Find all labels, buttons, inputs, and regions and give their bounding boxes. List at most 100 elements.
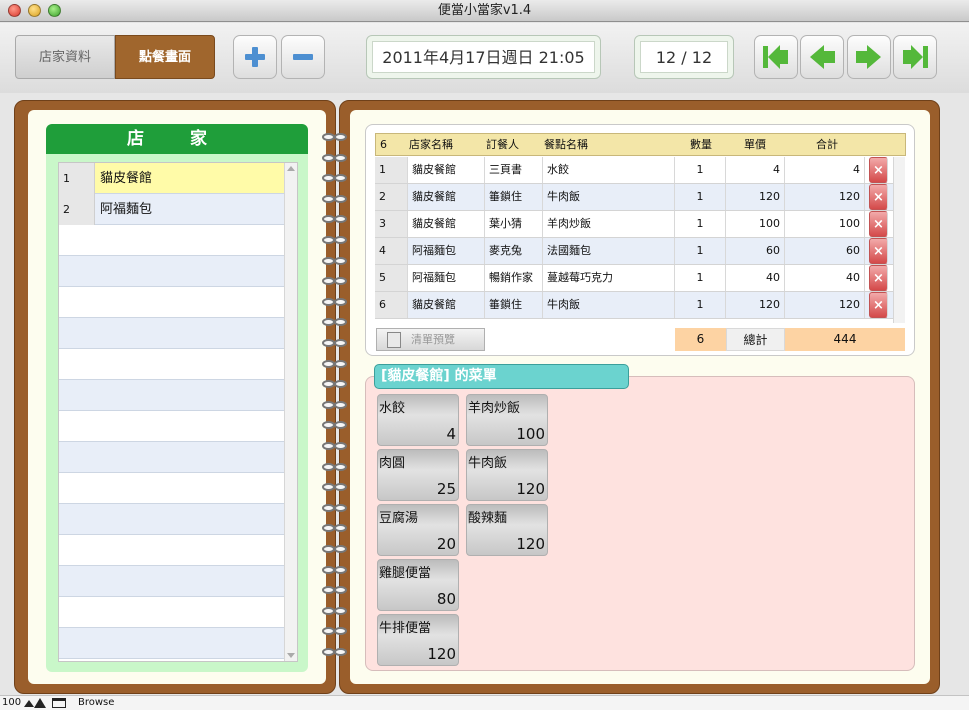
shop-row-name[interactable]: 貓皮餐館 [96,163,285,194]
order-row-quantity[interactable]: 1 [675,157,726,183]
order-row-number: 5 [375,265,408,291]
spiral-ring [320,565,350,575]
order-row[interactable]: 4 阿福麵包 麥克兔 法國麵包 1 60 60 × [375,238,893,265]
order-row-orderer[interactable]: 葉小猜 [485,211,543,237]
last-record-button[interactable] [893,35,937,79]
tab-order-screen[interactable]: 點餐畫面 [115,35,215,79]
order-row[interactable]: 1 貓皮餐館 三頁書 水餃 1 4 4 × [375,157,893,184]
order-row-orderer[interactable]: 箠鎖住 [485,184,543,210]
shop-row-name[interactable]: 阿福麵包 [96,194,285,225]
spiral-ring [320,462,350,472]
minimize-window-button[interactable] [28,4,41,17]
order-row[interactable]: 5 阿福麵包 暢銷作家 蔓越莓巧克力 1 40 40 × [375,265,893,292]
order-row-shop[interactable]: 阿福麵包 [408,238,485,264]
delete-record-button[interactable] [281,35,325,79]
spiral-ring [320,256,350,266]
order-row[interactable]: 3 貓皮餐館 葉小猜 羊肉炒飯 1 100 100 × [375,211,893,238]
order-row-subtotal[interactable]: 120 [785,184,865,210]
shop-row[interactable]: 1 貓皮餐館 [59,163,285,194]
scroll-up-arrow-icon[interactable] [287,166,295,171]
order-row[interactable]: 6 貓皮餐館 箠鎖住 牛肉飯 1 120 120 × [375,292,893,319]
close-window-button[interactable] [8,4,21,17]
order-row-unit-price[interactable]: 60 [726,238,785,264]
order-row-subtotal[interactable]: 60 [785,238,865,264]
order-row-quantity[interactable]: 1 [675,238,726,264]
delete-order-button[interactable]: × [869,211,888,237]
spiral-ring [320,297,350,307]
order-row-orderer[interactable]: 暢銷作家 [485,265,543,291]
mode-indicator[interactable]: Browse [78,696,114,710]
order-row-quantity[interactable]: 1 [675,184,726,210]
next-record-button[interactable] [847,35,891,79]
delete-order-button[interactable]: × [869,292,888,318]
delete-order-button[interactable]: × [869,184,888,210]
menu-item-button[interactable]: 羊肉炒飯 100 [466,394,548,446]
previous-record-button[interactable] [800,35,844,79]
menu-item-button[interactable]: 牛肉飯 120 [466,449,548,501]
shop-list: 1 貓皮餐館 2 阿福麵包 [58,162,298,662]
menu-item-button[interactable]: 雞腿便當 80 [377,559,459,611]
empty-shop-row [59,318,285,349]
status-toggle-icon[interactable] [52,698,66,708]
order-row-dish[interactable]: 牛肉飯 [543,184,675,210]
delete-order-button[interactable]: × [869,238,888,264]
menu-item-price: 100 [516,425,545,443]
close-x-icon: × [873,298,884,313]
order-row-unit-price[interactable]: 100 [726,211,785,237]
order-row[interactable]: 2 貓皮餐館 箠鎖住 牛肉飯 1 120 120 × [375,184,893,211]
delete-order-button[interactable]: × [869,265,888,291]
zoom-level[interactable]: 100 [2,696,21,710]
subtotal-column-header: 合計 [816,138,838,151]
order-row-subtotal[interactable]: 4 [785,157,865,183]
total-amount-cell: 444 [785,328,905,351]
order-row-unit-price[interactable]: 4 [726,157,785,183]
order-row-quantity[interactable]: 1 [675,265,726,291]
order-row-dish[interactable]: 牛肉飯 [543,292,675,318]
order-row-dish[interactable]: 水餃 [543,157,675,183]
close-x-icon: × [873,271,884,286]
menu-item-button[interactable]: 牛排便當 120 [377,614,459,666]
order-row-subtotal[interactable]: 100 [785,211,865,237]
order-row-orderer[interactable]: 箠鎖住 [485,292,543,318]
zoom-large-icon[interactable] [34,698,46,708]
order-row-orderer[interactable]: 麥克兔 [485,238,543,264]
order-row-dish[interactable]: 法國麵包 [543,238,675,264]
order-row-shop[interactable]: 貓皮餐館 [408,211,485,237]
shop-row[interactable]: 2 阿福麵包 [59,194,285,225]
scroll-down-arrow-icon[interactable] [287,653,295,658]
order-row-subtotal[interactable]: 120 [785,292,865,318]
order-table-scrollbar[interactable] [893,157,905,323]
first-record-button[interactable] [754,35,798,79]
add-record-button[interactable] [233,35,277,79]
order-row-quantity[interactable]: 1 [675,211,726,237]
order-row-shop[interactable]: 貓皮餐館 [408,184,485,210]
order-row-shop[interactable]: 貓皮餐館 [408,292,485,318]
order-row-dish[interactable]: 羊肉炒飯 [543,211,675,237]
menu-item-name: 豆腐湯 [379,511,419,526]
delete-order-button[interactable]: × [869,157,888,183]
empty-shop-row [59,225,285,256]
empty-shop-row [59,473,285,504]
order-row-shop[interactable]: 貓皮餐館 [408,157,485,183]
order-row-subtotal[interactable]: 40 [785,265,865,291]
menu-item-button[interactable]: 水餃 4 [377,394,459,446]
tab-shop-data[interactable]: 店家資料 [15,35,115,79]
menu-item-button[interactable]: 肉圓 25 [377,449,459,501]
order-row-unit-price[interactable]: 120 [726,292,785,318]
shop-list-scrollbar[interactable] [284,163,297,661]
menu-item-button[interactable]: 酸辣麵 120 [466,504,548,556]
left-arrow-icon [810,45,835,69]
order-row-quantity[interactable]: 1 [675,292,726,318]
order-row-shop[interactable]: 阿福麵包 [408,265,485,291]
order-row-unit-price[interactable]: 40 [726,265,785,291]
spiral-ring [320,441,350,451]
datetime-field: 2011年4月17日週日 21:05 [366,35,601,79]
zoom-window-button[interactable] [48,4,61,17]
order-row-unit-price[interactable]: 120 [726,184,785,210]
menu-item-button[interactable]: 豆腐湯 20 [377,504,459,556]
zoom-mountain-icon[interactable] [24,700,34,707]
order-row-orderer[interactable]: 三頁書 [485,157,543,183]
order-row-dish[interactable]: 蔓越莓巧克力 [543,265,675,291]
preview-list-button[interactable]: 清單預覽 [376,328,485,351]
spiral-ring [320,173,350,183]
